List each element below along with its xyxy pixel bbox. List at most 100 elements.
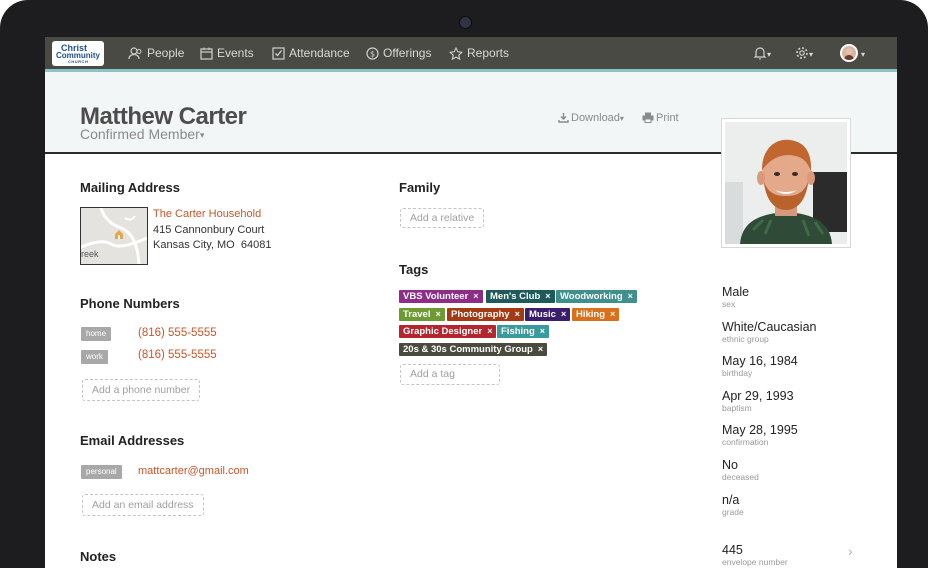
fact-value: White/Caucasian bbox=[722, 320, 817, 334]
tag-vbs-volunteer[interactable]: VBS Volunteer × bbox=[399, 290, 483, 303]
close-icon[interactable]: × bbox=[515, 309, 520, 319]
close-icon[interactable]: × bbox=[545, 291, 550, 301]
fact-value: May 16, 1984 bbox=[722, 354, 798, 368]
notifications-menu[interactable]: ▾ bbox=[753, 37, 771, 69]
nav-item-events[interactable]: Events bbox=[200, 37, 254, 69]
tag-travel[interactable]: Travel × bbox=[399, 308, 445, 321]
fact-label: envelope number bbox=[722, 557, 788, 567]
close-icon[interactable]: × bbox=[487, 326, 492, 336]
fact-value: Male bbox=[722, 285, 750, 299]
nav-label-people: People bbox=[147, 46, 185, 60]
tag-label: Fishing bbox=[501, 326, 535, 337]
fact-label: sex bbox=[722, 299, 736, 309]
phone-type-label: work bbox=[81, 350, 108, 364]
fact-value: Apr 29, 1993 bbox=[722, 389, 794, 403]
phone-number-link[interactable]: (816) 555-5555 bbox=[138, 327, 217, 339]
add-phone-button[interactable]: Add a phone number bbox=[82, 379, 201, 401]
tag-label: Music bbox=[529, 309, 556, 320]
close-icon[interactable]: × bbox=[628, 291, 633, 301]
tag-music[interactable]: Music × bbox=[525, 308, 571, 321]
fact-value: 445 bbox=[722, 543, 743, 557]
church-logo[interactable]: Christ Community CHURCH bbox=[52, 41, 104, 66]
tag-hiking[interactable]: Hiking × bbox=[572, 308, 620, 321]
user-avatar[interactable] bbox=[840, 44, 858, 62]
fact-label: birthday bbox=[722, 368, 753, 378]
avatar-image bbox=[842, 46, 856, 60]
chevron-down-icon[interactable]: ▾ bbox=[861, 37, 865, 69]
mailing-address-title: Mailing Address bbox=[80, 180, 180, 195]
zip-code: 64081 bbox=[240, 239, 272, 251]
tag-woodworking[interactable]: Woodworking × bbox=[556, 290, 637, 303]
settings-menu[interactable]: ▾ bbox=[795, 37, 813, 69]
nav-item-offerings[interactable]: $ Offerings bbox=[366, 37, 431, 69]
people-icon bbox=[128, 47, 142, 60]
nav-label-events: Events bbox=[217, 46, 254, 60]
tag-photography[interactable]: Photography × bbox=[447, 308, 524, 321]
print-button[interactable]: Print bbox=[642, 112, 679, 124]
gear-icon bbox=[796, 47, 808, 59]
email-addresses-title: Email Addresses bbox=[80, 433, 185, 448]
chevron-down-icon: ▾ bbox=[809, 50, 814, 59]
close-icon[interactable]: × bbox=[538, 344, 543, 354]
fact-label: deceased bbox=[722, 472, 759, 482]
chevron-down-icon: ▾ bbox=[619, 114, 624, 123]
tag-mens-club[interactable]: Men's Club × bbox=[486, 290, 555, 303]
tags-title: Tags bbox=[399, 262, 429, 277]
tag-20s-30s-community-group[interactable]: 20s & 30s Community Group × bbox=[399, 343, 548, 356]
nav-item-reports[interactable]: Reports bbox=[448, 37, 510, 69]
notes-title: Notes bbox=[80, 549, 117, 564]
tag-label: Men's Club bbox=[490, 291, 541, 302]
tag-label: VBS Volunteer bbox=[403, 291, 469, 302]
phone-number-link[interactable]: (816) 555-5555 bbox=[138, 349, 217, 361]
fact-value: n/a bbox=[722, 493, 740, 507]
fact-label: grade bbox=[722, 507, 744, 517]
email-link[interactable]: mattcarter@gmail.com bbox=[138, 465, 249, 477]
fact-value: May 28, 1995 bbox=[722, 423, 798, 437]
nav-label-reports: Reports bbox=[467, 46, 510, 60]
nav-item-people[interactable]: People bbox=[128, 37, 184, 69]
tag-fishing[interactable]: Fishing × bbox=[497, 325, 550, 338]
dollar-icon: $ bbox=[366, 47, 379, 60]
tag-label: 20s & 30s Community Group bbox=[403, 344, 533, 355]
close-icon[interactable]: × bbox=[540, 326, 545, 336]
close-icon[interactable]: × bbox=[435, 309, 440, 319]
calendar-icon bbox=[200, 47, 213, 60]
tag-graphic-designer[interactable]: Graphic Designer × bbox=[399, 325, 497, 338]
chevron-right-icon[interactable]: › bbox=[848, 543, 853, 559]
close-icon[interactable]: × bbox=[561, 309, 566, 319]
printer-icon bbox=[642, 112, 654, 123]
fact-label: ethnic group bbox=[722, 334, 769, 344]
profile-photo[interactable] bbox=[721, 118, 851, 248]
download-label: Download bbox=[571, 112, 620, 124]
address-map[interactable]: reek bbox=[80, 207, 148, 265]
map-label: reek bbox=[81, 249, 99, 259]
top-navbar: Christ Community CHURCH People Events At… bbox=[45, 37, 897, 72]
chevron-down-icon: ▾ bbox=[199, 130, 205, 140]
fact-label: confirmation bbox=[722, 437, 769, 447]
tag-label: Photography bbox=[451, 309, 510, 320]
portrait-image bbox=[725, 122, 847, 244]
nav-item-attendance[interactable]: Attendance bbox=[272, 37, 350, 69]
tag-label: Travel bbox=[403, 309, 431, 320]
app-screen: Christ Community CHURCH People Events At… bbox=[45, 37, 897, 568]
household-link[interactable]: The Carter Household bbox=[153, 208, 261, 220]
tag-label: Woodworking bbox=[560, 291, 623, 302]
street-address: 415 Cannonbury Court bbox=[153, 224, 265, 236]
download-button[interactable]: Download▾ bbox=[558, 112, 624, 124]
close-icon[interactable]: × bbox=[473, 291, 478, 301]
add-relative-button[interactable]: Add a relative bbox=[400, 208, 485, 228]
member-status-dropdown[interactable]: Confirmed Member▾ bbox=[80, 126, 204, 142]
bell-icon bbox=[753, 47, 767, 60]
close-icon[interactable]: × bbox=[610, 309, 615, 319]
tag-label: Graphic Designer bbox=[403, 326, 483, 337]
webcam bbox=[459, 16, 472, 29]
logo-line3: CHURCH bbox=[68, 59, 89, 64]
checkbox-icon bbox=[272, 47, 285, 60]
add-email-button[interactable]: Add an email address bbox=[82, 494, 204, 516]
city-state-zip: Kansas City, MO 64081 bbox=[153, 239, 271, 251]
add-tag-input[interactable]: Add a tag bbox=[400, 364, 500, 385]
fact-value: No bbox=[722, 458, 738, 472]
svg-text:$: $ bbox=[370, 50, 375, 59]
fact-label: baptism bbox=[722, 403, 752, 413]
print-label: Print bbox=[656, 112, 679, 124]
